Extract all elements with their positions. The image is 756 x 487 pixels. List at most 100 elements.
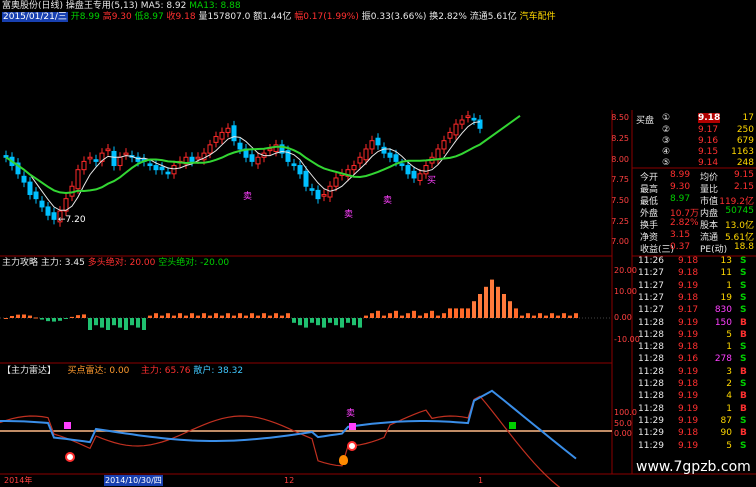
trade-row[interactable]: 11:29 9.19 5 S [636,441,756,453]
candle-body [195,156,201,160]
trade-row[interactable]: 11:29 9.18 90 B [636,428,756,440]
main-force-bar [544,315,548,318]
candle-body [363,148,369,161]
radar-mark-text: 卖 [346,409,356,419]
trade-row[interactable]: 11:27 9.18 19 S [636,293,756,305]
main-force-bar [118,318,122,328]
quote-idx: ③ [662,136,671,146]
trade-row[interactable]: 11:28 9.19 1 B [636,404,756,416]
trade-price: 9.18 [678,292,699,303]
main-force-bar [172,315,176,318]
quote-stat-row: 收益(三) 0.37 PE(动) 18.8 [632,241,756,255]
main-force-bar [238,313,242,318]
trade-price: 9.19 [678,391,699,402]
watermark-text: www.7gpzb.com [636,459,751,475]
trade-row[interactable]: 11:27 9.17 830 S [636,305,756,317]
main-force-bar [454,308,458,318]
stat-label: PE(动) [700,245,728,255]
candle-body [153,165,159,171]
candle-body [465,115,471,119]
trade-price: 9.18 [678,256,699,266]
trade-row[interactable]: 11:28 9.19 5 B [636,330,756,342]
trade-row[interactable]: 11:27 9.19 1 S [636,281,756,293]
main-force-bar [40,318,44,320]
trade-price: 9.18 [678,379,699,389]
main-force-bar [16,314,20,318]
candles-group [3,110,483,227]
trade-row[interactable]: 11:29 9.19 87 S [636,416,756,428]
trade-row[interactable]: 11:28 9.19 4 B [636,391,756,403]
trade-row[interactable]: 11:28 9.18 1 S [636,342,756,354]
trade-row[interactable]: 11:28 9.16 278 S [636,354,756,366]
trade-row[interactable]: 11:28 9.19 150 B [636,318,756,330]
main-force-bar [226,313,230,318]
main-force-bar [424,313,428,318]
price-tick: 7.25 [611,217,629,226]
main-force-bar [52,318,56,322]
trade-price: 9.19 [678,403,699,414]
candle-body [27,181,33,196]
panel3-retail: 散户: 38.32 [193,366,244,376]
candle-body [165,171,171,175]
candle-body [147,163,153,167]
candle-body [387,152,393,158]
panel3-buy: 买点雷达: 0.00 [67,366,130,376]
stat-value: 8.97 [670,194,691,204]
trade-price: 9.19 [678,317,699,328]
trade-time: 11:28 [638,317,664,328]
price-tick: 7.50 [611,196,629,205]
trade-row[interactable]: 11:26 9.18 13 S [636,256,756,268]
main-force-bar [568,315,572,318]
candle-body [219,131,225,140]
candle-body [123,152,129,156]
main-force-bar [400,315,404,318]
candle-body [171,165,177,175]
trade-price: 9.16 [678,354,699,365]
main-force-bar [190,313,194,318]
trade-time: 11:28 [638,391,664,402]
trade-volume: 278 [714,354,732,365]
main-force-bar [322,318,326,328]
trade-row[interactable]: 11:27 9.18 11 S [636,268,756,280]
main-force-bar [250,313,254,318]
buy-mark-text: 买 [427,176,437,186]
trade-volume: 1 [726,280,732,291]
candle-body [399,163,405,167]
trade-volume: 5 [726,440,732,451]
candle-body [3,155,9,158]
candle-body [411,170,417,179]
candle-body [237,142,243,150]
panel3-main: 主力: 65.76 [140,366,191,376]
trade-row[interactable]: 11:28 9.19 3 B [636,367,756,379]
main-force-bar [268,315,272,318]
candle-body [213,136,219,143]
candle-body [309,188,315,191]
panel3-tick: 100.0 [614,408,637,417]
quote-idx: ⑤ [662,158,671,168]
candle-body [45,206,51,216]
main-force-bar [34,317,38,319]
trade-row[interactable]: 11:28 9.18 2 S [636,379,756,391]
main-force-bar [508,301,512,318]
price-tick: 8.25 [611,134,629,143]
trade-price: 9.19 [678,329,699,340]
buy-dot-icon [347,441,357,451]
x-axis-cursor-date: 2014/10/30/四 [104,475,163,486]
panel2-header: 主力攻略 主力: 3.45 多头绝对: 20.00 空头绝对: -20.00 [2,258,229,269]
main-force-bar [178,313,182,318]
radar-marker-icon [509,422,516,429]
price-tick: 8.00 [611,155,629,164]
sell-mark-text: 卖 [344,210,354,220]
main-force-bar [112,318,116,326]
quote-price: 9.18 [698,113,721,123]
main-force-bar [142,318,146,330]
trade-side: B [740,403,747,414]
main-force-bar [196,315,200,318]
trade-time: 11:26 [638,256,664,266]
trade-volume: 1 [726,342,732,353]
candle-body [417,173,423,181]
candle-body [81,160,87,171]
trade-volume: 2 [726,379,732,389]
main-force-bar [76,315,80,318]
trade-side: S [740,256,747,266]
